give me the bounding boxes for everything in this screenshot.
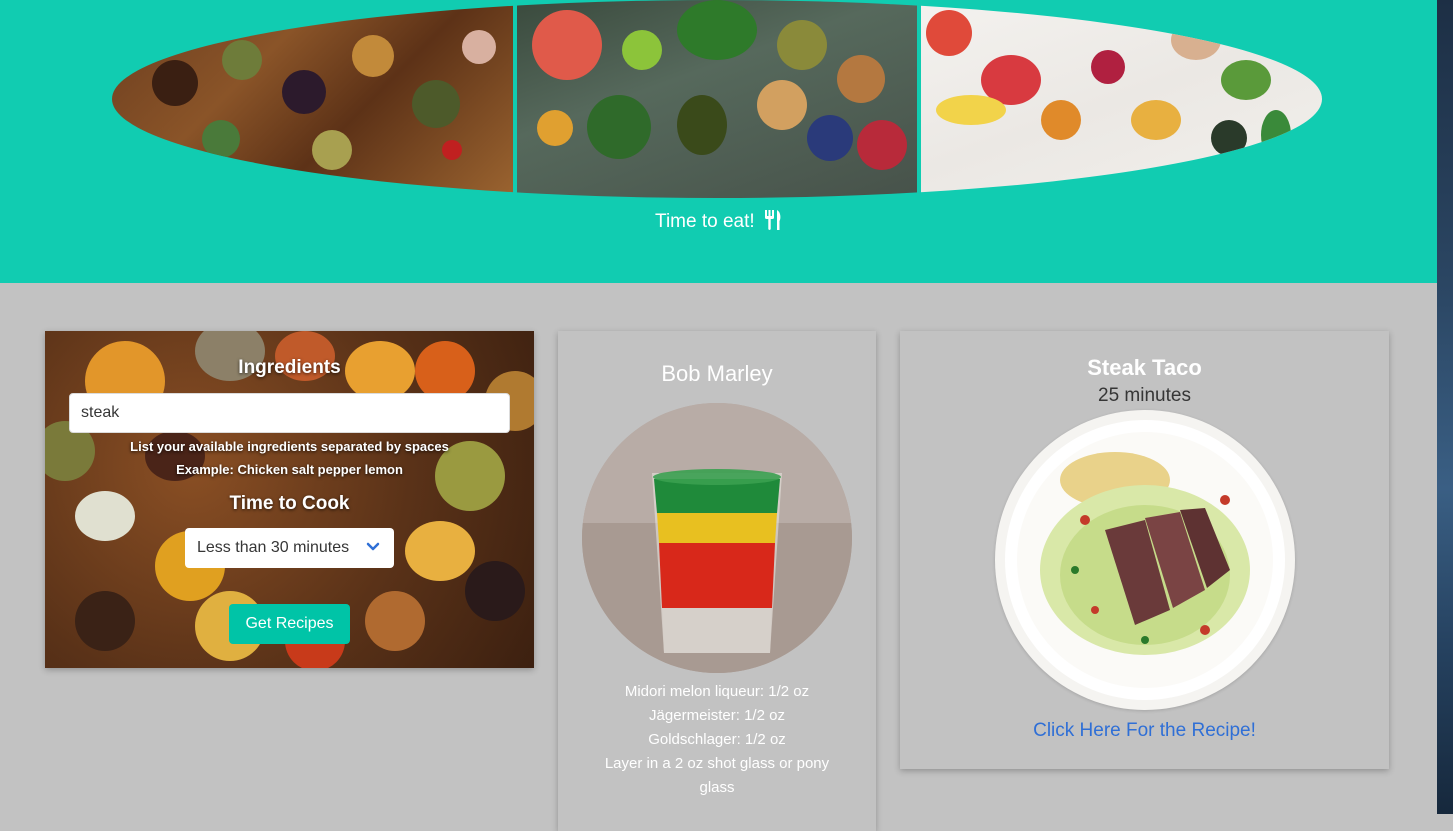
- drink-ingredient-item: Jägermeister: 1/2 oz: [649, 707, 785, 724]
- drink-ingredients-list: Midori melon liqueur: 1/2 oz Jägermeiste…: [588, 680, 846, 800]
- ingredients-example-text: Example: Chicken salt pepper lemon: [176, 462, 403, 477]
- hero-image-strip: [112, 0, 1322, 198]
- shot-glass-graphic: [582, 403, 852, 673]
- utensils-icon: [764, 210, 781, 230]
- plate-graphic: [1005, 420, 1285, 700]
- recipe-name: Steak Taco: [1087, 355, 1202, 380]
- spices-spoons-image: [112, 0, 513, 198]
- drink-card: Bob Marley Midori melon liqueur: 1/2 oz …: [558, 331, 876, 831]
- ingredients-help-text: List your available ingredients separate…: [130, 439, 449, 454]
- time-to-cook-heading: Time to Cook: [229, 493, 350, 514]
- chevron-down-icon: [366, 542, 380, 551]
- ingredients-input[interactable]: [69, 393, 510, 433]
- layered-shot-glass-image: [582, 403, 852, 673]
- hero-banner: Time to eat!: [0, 0, 1437, 283]
- recipe-link[interactable]: Click Here For the Recipe!: [900, 720, 1389, 742]
- page: Time to eat! Ingredients steak List your…: [0, 0, 1437, 831]
- search-form: Ingredients List your available ingredie…: [45, 331, 534, 668]
- tagline: Time to eat!: [0, 210, 1437, 233]
- cook-time-select[interactable]: Less than 30 minutes: [185, 528, 394, 568]
- ingredient-search-card: Ingredients List your available ingredie…: [45, 331, 534, 668]
- desktop-background-edge: [1437, 0, 1453, 814]
- recipe-card: Steak Taco 25 minutes Click Here For the…: [900, 331, 1389, 769]
- vegetables-bowls-image: [516, 0, 918, 198]
- drink-ingredient-item: Goldschlager: 1/2 oz: [648, 731, 786, 748]
- fruits-vegetables-image: [921, 0, 1322, 198]
- drink-ingredient-item: Midori melon liqueur: 1/2 oz: [624, 683, 810, 700]
- cook-time-selected-value: Less than 30 minutes: [197, 539, 350, 556]
- steak-taco-salad-image: [995, 410, 1295, 710]
- drink-name: Bob Marley: [661, 361, 773, 386]
- get-recipes-button[interactable]: Get Recipes: [229, 604, 350, 644]
- tagline-text: Time to eat!: [655, 211, 755, 232]
- ingredients-heading: Ingredients: [238, 357, 341, 378]
- recipe-time: 25 minutes: [1098, 385, 1191, 406]
- drink-instruction: Layer in a 2 oz shot glass or pony glass: [604, 755, 830, 796]
